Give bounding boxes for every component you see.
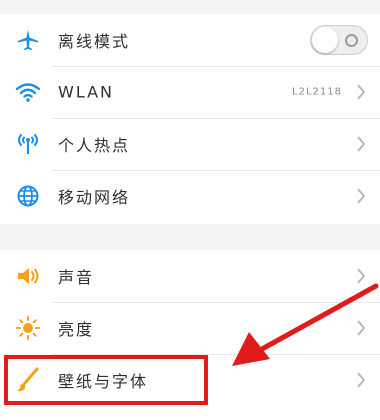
annotation-arrow	[232, 283, 379, 366]
